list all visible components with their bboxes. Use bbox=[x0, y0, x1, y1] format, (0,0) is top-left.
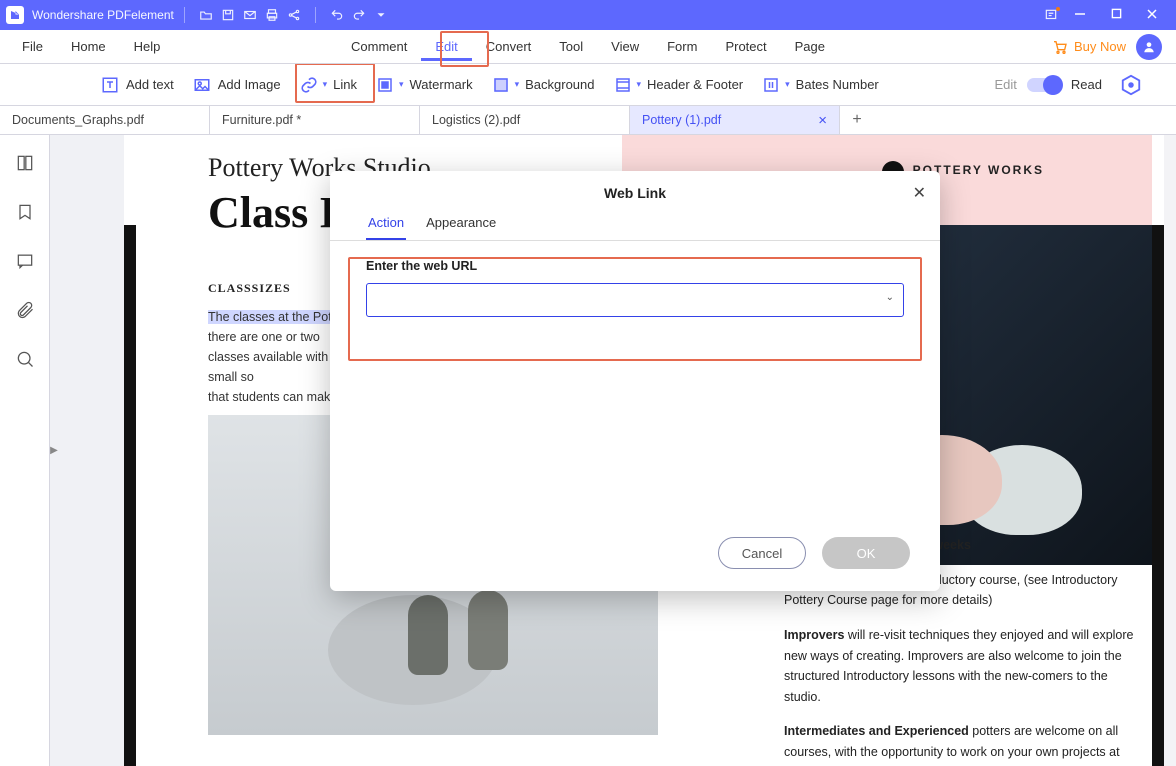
thumbnails-icon[interactable] bbox=[15, 153, 35, 178]
tool-watermark[interactable]: ▾ Watermark bbox=[375, 75, 473, 95]
doc-tab[interactable]: Furniture.pdf * bbox=[210, 106, 420, 134]
chevron-down-icon[interactable]: ▾ bbox=[399, 79, 404, 90]
dialog-tab-action[interactable]: Action bbox=[366, 209, 406, 240]
doc-tab-active[interactable]: Pottery (1).pdf × bbox=[630, 106, 840, 134]
mode-edit-label: Edit bbox=[995, 77, 1017, 92]
tool-background[interactable]: ▾ Background bbox=[491, 75, 595, 95]
open-folder-icon[interactable] bbox=[195, 8, 217, 22]
doc-tab[interactable]: Documents_Graphs.pdf bbox=[0, 106, 210, 134]
comments-icon[interactable] bbox=[15, 251, 35, 276]
account-button[interactable] bbox=[1136, 34, 1162, 60]
save-icon[interactable] bbox=[217, 8, 239, 22]
menu-protect[interactable]: Protect bbox=[711, 33, 780, 60]
menu-convert[interactable]: Convert bbox=[472, 33, 546, 60]
attachment-icon[interactable] bbox=[15, 300, 35, 325]
close-window-button[interactable] bbox=[1134, 8, 1170, 23]
maximize-button[interactable] bbox=[1098, 8, 1134, 22]
menu-comment[interactable]: Comment bbox=[337, 33, 421, 60]
chevron-down-icon[interactable]: ▾ bbox=[323, 79, 328, 90]
share-icon[interactable] bbox=[283, 8, 305, 22]
app-logo bbox=[6, 6, 24, 24]
print-icon[interactable] bbox=[261, 8, 283, 22]
quick-tools-dropdown-icon[interactable] bbox=[370, 8, 392, 22]
toggle-switch[interactable] bbox=[1027, 78, 1061, 92]
chevron-down-icon[interactable]: ▾ bbox=[637, 79, 642, 90]
app-title: Wondershare PDFelement bbox=[32, 8, 174, 22]
doc-tab[interactable]: Logistics (2).pdf bbox=[420, 106, 630, 134]
chevron-down-icon[interactable]: ▾ bbox=[515, 79, 520, 90]
cancel-button[interactable]: Cancel bbox=[718, 537, 806, 569]
undo-icon[interactable] bbox=[326, 8, 348, 22]
close-tab-icon[interactable]: × bbox=[818, 112, 827, 129]
text-icon bbox=[100, 75, 120, 95]
mail-icon[interactable] bbox=[239, 8, 261, 22]
edit-toolbar: Add text Add Image ▾ Link ▾ Watermark ▾ … bbox=[0, 64, 1176, 106]
dialog-title: Web Link bbox=[330, 171, 940, 209]
image-icon bbox=[192, 75, 212, 95]
menu-file[interactable]: File bbox=[8, 33, 57, 60]
dialog-layer: Web Link ✕ Action Appearance Enter the w… bbox=[50, 135, 1176, 766]
tool-add-text[interactable]: Add text bbox=[100, 75, 174, 95]
menu-form[interactable]: Form bbox=[653, 33, 711, 60]
buy-now-link[interactable]: Buy Now bbox=[1052, 39, 1126, 55]
header-footer-icon bbox=[613, 75, 633, 95]
menubar: File Home Help Comment Edit Convert Tool… bbox=[0, 30, 1176, 64]
form-mode-icon[interactable] bbox=[1120, 74, 1142, 96]
menu-help[interactable]: Help bbox=[120, 33, 175, 60]
search-icon[interactable] bbox=[15, 349, 35, 374]
web-link-dialog: Web Link ✕ Action Appearance Enter the w… bbox=[330, 171, 940, 591]
tool-link[interactable]: ▾ Link bbox=[299, 75, 357, 95]
menu-edit[interactable]: Edit bbox=[421, 33, 471, 61]
menu-tool[interactable]: Tool bbox=[545, 33, 597, 60]
document-canvas[interactable]: ▶ ◀ POTTERY WORKS Pottery Works Studio C… bbox=[50, 135, 1176, 766]
link-icon bbox=[299, 75, 319, 95]
tool-bates-number[interactable]: ▾ Bates Number bbox=[761, 75, 879, 95]
menu-home[interactable]: Home bbox=[57, 33, 120, 60]
url-dropdown-icon[interactable]: ⌄ bbox=[886, 292, 894, 303]
titlebar: Wondershare PDFelement bbox=[0, 0, 1176, 30]
tool-add-image[interactable]: Add Image bbox=[192, 75, 281, 95]
ok-button[interactable]: OK bbox=[822, 537, 910, 569]
buy-now-label: Buy Now bbox=[1074, 39, 1126, 54]
work-area: ▶ ◀ POTTERY WORKS Pottery Works Studio C… bbox=[0, 135, 1176, 766]
dialog-tab-appearance[interactable]: Appearance bbox=[424, 209, 498, 240]
url-input[interactable] bbox=[366, 283, 904, 317]
message-center-icon[interactable] bbox=[1040, 8, 1062, 22]
new-tab-button[interactable]: + bbox=[840, 106, 874, 134]
bates-icon bbox=[761, 75, 781, 95]
dialog-close-icon[interactable]: ✕ bbox=[913, 183, 926, 203]
url-field-label: Enter the web URL bbox=[366, 259, 904, 273]
menu-view[interactable]: View bbox=[597, 33, 653, 60]
edit-read-toggle[interactable]: Edit Read bbox=[995, 77, 1102, 92]
menu-page[interactable]: Page bbox=[781, 33, 839, 60]
bookmark-icon[interactable] bbox=[15, 202, 35, 227]
tool-header-footer[interactable]: ▾ Header & Footer bbox=[613, 75, 744, 95]
background-icon bbox=[491, 75, 511, 95]
redo-icon[interactable] bbox=[348, 8, 370, 22]
dialog-tabs: Action Appearance bbox=[330, 209, 940, 241]
mode-read-label: Read bbox=[1071, 77, 1102, 92]
document-tabs: Documents_Graphs.pdf Furniture.pdf * Log… bbox=[0, 106, 1176, 135]
chevron-down-icon[interactable]: ▾ bbox=[785, 79, 790, 90]
minimize-button[interactable] bbox=[1062, 8, 1098, 23]
watermark-icon bbox=[375, 75, 395, 95]
side-panel bbox=[0, 135, 50, 766]
